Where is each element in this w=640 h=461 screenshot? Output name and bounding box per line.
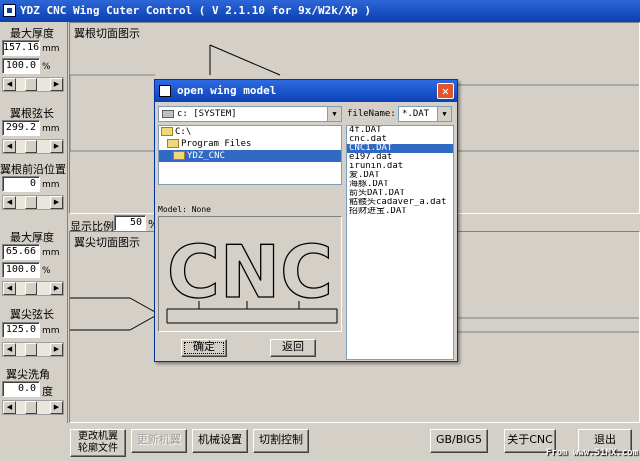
- root-le-input[interactable]: 0: [2, 176, 40, 192]
- root-chord-unit: mm: [42, 124, 60, 134]
- scroll-right-arrow-icon[interactable]: ▶: [50, 140, 63, 153]
- root-thickness-pct-input[interactable]: 100.0: [2, 58, 40, 74]
- scroll-right-arrow-icon[interactable]: ▶: [50, 196, 63, 209]
- root-max-thickness-input[interactable]: 157.16: [2, 40, 40, 56]
- scroll-left-arrow-icon[interactable]: ◀: [3, 282, 16, 295]
- drive-select-value: c: [SYSTEM]: [177, 109, 237, 119]
- scroll-left-arrow-icon[interactable]: ◀: [3, 78, 16, 91]
- tip-chord-input[interactable]: 125.0: [2, 322, 40, 338]
- folder-item-label: YDZ_CNC: [187, 151, 225, 161]
- folder-list[interactable]: C:\ Program Files YDZ_CNC: [158, 125, 342, 185]
- tip-chord-slider[interactable]: ◀ ▶: [2, 342, 64, 357]
- file-item[interactable]: irunin.dat: [347, 162, 453, 171]
- drive-select[interactable]: c: [SYSTEM] ▼: [158, 106, 342, 122]
- tip-washout-slider[interactable]: ◀ ▶: [2, 400, 64, 415]
- folder-item-label: C:\: [175, 127, 192, 137]
- preview-drawing: CNC: [166, 229, 338, 324]
- slider-thumb[interactable]: [25, 196, 37, 209]
- tip-thickness-slider[interactable]: ◀ ▶: [2, 281, 64, 296]
- machine-settings-button[interactable]: 机械设置: [192, 429, 248, 453]
- scroll-right-arrow-icon[interactable]: ▶: [50, 343, 63, 356]
- scroll-right-arrow-icon[interactable]: ▶: [50, 282, 63, 295]
- tip-max-thickness-input[interactable]: 65.66: [2, 244, 40, 260]
- back-button[interactable]: 返回: [270, 339, 316, 357]
- tip-washout-input[interactable]: 0.0: [2, 381, 40, 397]
- root-chord-label: 翼根弦长: [10, 107, 54, 120]
- root-chord-input[interactable]: 299.2: [2, 120, 40, 136]
- tip-chord-label: 翼尖弦长: [10, 308, 54, 321]
- file-item[interactable]: 爱.DAT: [347, 171, 453, 180]
- slider-thumb[interactable]: [25, 78, 37, 91]
- file-item[interactable]: 箭头DAT.DAT: [347, 189, 453, 198]
- update-wing-button[interactable]: 更新机翼: [131, 429, 187, 453]
- drive-icon: [162, 109, 174, 118]
- tip-chord-unit: mm: [42, 326, 60, 336]
- scroll-right-arrow-icon[interactable]: ▶: [50, 401, 63, 414]
- tip-washout-label: 翼尖洗角: [6, 368, 50, 381]
- folder-item[interactable]: C:\: [159, 126, 341, 138]
- open-wing-model-dialog: open wing model ✕ c: [SYSTEM] ▼ fileName…: [154, 79, 458, 362]
- watermark: From www.51MX.com: [545, 448, 638, 458]
- scroll-left-arrow-icon[interactable]: ◀: [3, 401, 16, 414]
- file-item[interactable]: 海豚.DAT: [347, 180, 453, 189]
- preview-text: CNC: [167, 230, 333, 314]
- root-le-label: 翼根前沿位置: [0, 163, 66, 176]
- file-filter-value: *.DAT: [402, 109, 430, 119]
- file-item[interactable]: 4f.DAT: [347, 126, 453, 135]
- slider-thumb[interactable]: [25, 282, 37, 295]
- model-label: Model: None: [158, 205, 211, 214]
- chevron-down-icon[interactable]: ▼: [437, 107, 451, 121]
- file-item[interactable]: cnc.dat: [347, 135, 453, 144]
- gb-big5-button[interactable]: GB/BIG5: [430, 429, 488, 453]
- dialog-title: open wing model: [177, 84, 277, 97]
- tip-thickness-pct-input[interactable]: 100.0: [2, 262, 40, 278]
- folder-item-label: Program Files: [181, 139, 252, 149]
- folder-open-icon: [167, 139, 179, 148]
- file-filter-select[interactable]: *.DAT ▼: [398, 106, 452, 122]
- file-item[interactable]: 骷髅头cadaver_a.dat: [347, 198, 453, 207]
- window-title-bar: YDZ CNC Wing Cuter Control ( V 2.1.10 fo…: [0, 0, 640, 22]
- tip-thickness-pct-unit: %: [42, 266, 51, 276]
- filename-label: fileName:: [347, 109, 396, 119]
- left-control-panel: 最大厚度 157.16 mm 100.0 % ◀ ▶ 翼根弦长 299.2 mm…: [0, 22, 68, 430]
- slider-thumb[interactable]: [25, 343, 37, 356]
- tip-max-thickness-unit: mm: [42, 248, 60, 258]
- slider-thumb[interactable]: [25, 140, 37, 153]
- dialog-app-icon: [159, 85, 171, 97]
- window-title: YDZ CNC Wing Cuter Control ( V 2.1.10 fo…: [20, 4, 371, 17]
- scroll-left-arrow-icon[interactable]: ◀: [3, 343, 16, 356]
- folder-open-icon: [173, 151, 185, 160]
- root-thickness-slider[interactable]: ◀ ▶: [2, 77, 64, 92]
- root-chord-slider[interactable]: ◀ ▶: [2, 139, 64, 154]
- ok-button[interactable]: 确定: [181, 339, 227, 357]
- dialog-title-bar: open wing model ✕: [155, 80, 457, 102]
- cut-control-button[interactable]: 切割控制: [253, 429, 309, 453]
- scale-input[interactable]: 50: [114, 215, 146, 231]
- root-le-slider[interactable]: ◀ ▶: [2, 195, 64, 210]
- tip-max-thickness-label: 最大厚度: [10, 231, 54, 244]
- change-profile-button[interactable]: 更改机翼 轮廓文件: [70, 429, 126, 457]
- close-icon[interactable]: ✕: [437, 83, 454, 99]
- scroll-left-arrow-icon[interactable]: ◀: [3, 140, 16, 153]
- file-list[interactable]: 4f.DAT cnc.dat CNC1.DAT e197.dat irunin.…: [346, 125, 454, 360]
- scroll-right-arrow-icon[interactable]: ▶: [50, 78, 63, 91]
- chevron-down-icon[interactable]: ▼: [327, 107, 341, 121]
- root-le-unit: mm: [42, 180, 60, 190]
- slider-thumb[interactable]: [25, 401, 37, 414]
- file-item[interactable]: 招财进宝.DAT: [347, 207, 453, 216]
- tip-washout-unit: 度: [42, 385, 53, 398]
- root-max-thickness-label: 最大厚度: [10, 27, 54, 40]
- root-max-thickness-unit: mm: [42, 44, 60, 54]
- root-thickness-pct-unit: %: [42, 62, 51, 72]
- folder-item[interactable]: Program Files: [159, 138, 341, 150]
- model-preview: CNC: [158, 216, 342, 332]
- app-icon: [3, 4, 16, 17]
- folder-open-icon: [161, 127, 173, 136]
- file-item-selected[interactable]: CNC1.DAT: [347, 144, 453, 153]
- file-item[interactable]: e197.dat: [347, 153, 453, 162]
- scroll-left-arrow-icon[interactable]: ◀: [3, 196, 16, 209]
- folder-item-selected[interactable]: YDZ_CNC: [159, 150, 341, 162]
